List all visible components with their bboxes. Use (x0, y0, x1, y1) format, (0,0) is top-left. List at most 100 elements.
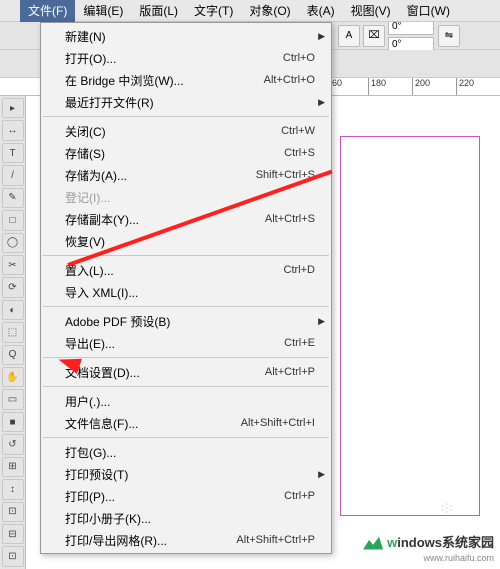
tool-icon-15[interactable]: ↺ (2, 434, 24, 454)
left-tool-panel: ▸↔ T/ ✎□ ◯✂⟳ ◐⬚ Q✋▭ ■↺ ⊞↕ ⊡⊟⊡ (0, 96, 26, 569)
menubar-item-7[interactable]: 窗口(W) (399, 0, 458, 22)
rotation-stack: 0° 0° (388, 18, 434, 54)
menu-item-label: 打包(G)... (65, 444, 315, 461)
menu-item[interactable]: 打开(O)...Ctrl+O (41, 47, 331, 69)
menu-item-label: 登记(I)... (65, 189, 315, 206)
watermark-ghost: ፨ (440, 498, 456, 519)
menubar-item-5[interactable]: 表(A) (299, 0, 343, 22)
tool-icon-3[interactable]: / (2, 165, 24, 185)
warp-icon[interactable]: ⌧ (363, 25, 385, 47)
menu-item-shortcut: Ctrl+D (284, 264, 315, 276)
menubar-item-1[interactable]: 编辑(E) (75, 0, 131, 22)
tool-icon-16[interactable]: ⊞ (2, 457, 24, 477)
menu-item[interactable]: 关闭(C)Ctrl+W (41, 120, 331, 142)
menubar-item-4[interactable]: 对象(O) (241, 0, 298, 22)
menu-item[interactable]: 存储(S)Ctrl+S (41, 142, 331, 164)
chevron-right-icon: ▶ (318, 316, 325, 327)
tool-icon-6[interactable]: ◯ (2, 233, 24, 253)
tool-icon-9[interactable]: ◐ (2, 300, 24, 320)
menu-item-label: 存储(S) (65, 145, 284, 162)
menu-item-label: 导入 XML(I)... (65, 284, 315, 301)
menu-item[interactable]: 导入 XML(I)... (41, 281, 331, 303)
tool-icon-17[interactable]: ↕ (2, 479, 24, 499)
menu-item-label: 打开(O)... (65, 50, 283, 67)
menu-item[interactable]: 导出(E)...Ctrl+E (41, 332, 331, 354)
ruler-tick: 200 (412, 78, 456, 95)
menu-item[interactable]: 存储副本(Y)...Alt+Ctrl+S (41, 208, 331, 230)
menu-item-label: 文件信息(F)... (65, 415, 241, 432)
watermark-post: indows系统家园 (397, 535, 494, 550)
ruler-ticks: 160180200220 (324, 78, 500, 95)
menu-item[interactable]: 存储为(A)...Shift+Ctrl+S (41, 164, 331, 186)
menu-item-shortcut: Alt+Ctrl+O (264, 74, 315, 86)
menu-item[interactable]: 恢复(V) (41, 230, 331, 252)
menu-item[interactable]: 打包(G)... (41, 441, 331, 463)
tool-icon-20[interactable]: ⊡ (2, 546, 24, 566)
tool-icon-1[interactable]: ↔ (2, 120, 24, 140)
menu-item[interactable]: 新建(N)▶ (41, 25, 331, 47)
menu-item-label: 在 Bridge 中浏览(W)... (65, 72, 264, 89)
menubar-item-6[interactable]: 视图(V) (343, 0, 399, 22)
menu-item: 登记(I)... (41, 186, 331, 208)
tool-icon-0[interactable]: ▸ (2, 98, 24, 118)
ruler-tick: 180 (368, 78, 412, 95)
file-menu-dropdown: 新建(N)▶打开(O)...Ctrl+O在 Bridge 中浏览(W)...Al… (40, 22, 332, 554)
menubar-item-0[interactable]: 文件(F) (20, 0, 75, 22)
tool-icon-7[interactable]: ✂ (2, 255, 24, 275)
flip-h-icon[interactable]: ⇋ (438, 25, 460, 47)
menu-item[interactable]: 打印/导出网格(R)...Alt+Shift+Ctrl+P (41, 529, 331, 551)
menu-item-label: 新建(N) (65, 28, 315, 45)
menu-item-label: 打印预设(T) (65, 466, 315, 483)
menu-item-label: 恢复(V) (65, 233, 315, 250)
tool-icon-11[interactable]: Q (2, 345, 24, 365)
menu-item[interactable]: 打印预设(T)▶ (41, 463, 331, 485)
tool-icon-19[interactable]: ⊟ (2, 524, 24, 544)
menu-separator (43, 306, 329, 307)
tool-icon-4[interactable]: ✎ (2, 188, 24, 208)
menu-item[interactable]: 用户(.)... (41, 390, 331, 412)
tool-icon-8[interactable]: ⟳ (2, 277, 24, 297)
menu-item[interactable]: 文档设置(D)...Alt+Ctrl+P (41, 361, 331, 383)
menu-item[interactable]: 打印(P)...Ctrl+P (41, 485, 331, 507)
menu-item-label: 打印/导出网格(R)... (65, 532, 236, 549)
tool-icon-14[interactable]: ■ (2, 412, 24, 432)
tool-icon-2[interactable]: T (2, 143, 24, 163)
menu-item-shortcut: Ctrl+W (281, 125, 315, 137)
ruler-tick: 220 (456, 78, 500, 95)
menu-item-label: 最近打开文件(R) (65, 94, 315, 111)
text-wrap-icon[interactable]: A (338, 25, 360, 47)
menu-item[interactable]: 文件信息(F)...Alt+Shift+Ctrl+I (41, 412, 331, 434)
menu-item-label: 存储副本(Y)... (65, 211, 265, 228)
menu-separator (43, 437, 329, 438)
menu-item-label: 置入(L)... (65, 262, 284, 279)
watermark-icon (363, 534, 383, 550)
menubar-item-2[interactable]: 版面(L) (131, 0, 186, 22)
watermark-pre: w (387, 535, 397, 550)
menu-item-label: 关闭(C) (65, 123, 281, 140)
watermark-text: windows系统家园 (387, 532, 494, 551)
chevron-right-icon: ▶ (318, 31, 325, 42)
menu-item[interactable]: 置入(L)...Ctrl+D (41, 259, 331, 281)
tool-icon-12[interactable]: ✋ (2, 367, 24, 387)
menu-item-shortcut: Alt+Ctrl+P (265, 366, 315, 378)
menu-item-shortcut: Ctrl+P (284, 490, 315, 502)
tool-icon-13[interactable]: ▭ (2, 389, 24, 409)
menu-item[interactable]: 打印小册子(K)... (41, 507, 331, 529)
tool-icon-5[interactable]: □ (2, 210, 24, 230)
menu-item-shortcut: Alt+Shift+Ctrl+I (241, 417, 315, 429)
menu-item-shortcut: Ctrl+O (283, 52, 315, 64)
menubar-item-3[interactable]: 文字(T) (186, 0, 241, 22)
menu-item[interactable]: Adobe PDF 预设(B)▶ (41, 310, 331, 332)
tool-icon-18[interactable]: ⊡ (2, 502, 24, 522)
menu-item-label: 打印小册子(K)... (65, 510, 315, 527)
menu-item-shortcut: Ctrl+E (284, 337, 315, 349)
tool-icon-10[interactable]: ⬚ (2, 322, 24, 342)
menu-item[interactable]: 在 Bridge 中浏览(W)...Alt+Ctrl+O (41, 69, 331, 91)
page-boundary (340, 136, 480, 516)
menu-item[interactable]: 最近打开文件(R)▶ (41, 91, 331, 113)
chevron-right-icon: ▶ (318, 97, 325, 108)
chevron-right-icon: ▶ (318, 469, 325, 480)
menu-item-label: 存储为(A)... (65, 167, 256, 184)
menu-item-label: 文档设置(D)... (65, 364, 265, 381)
menubar: 文件(F)编辑(E)版面(L)文字(T)对象(O)表(A)视图(V)窗口(W) (0, 0, 500, 22)
